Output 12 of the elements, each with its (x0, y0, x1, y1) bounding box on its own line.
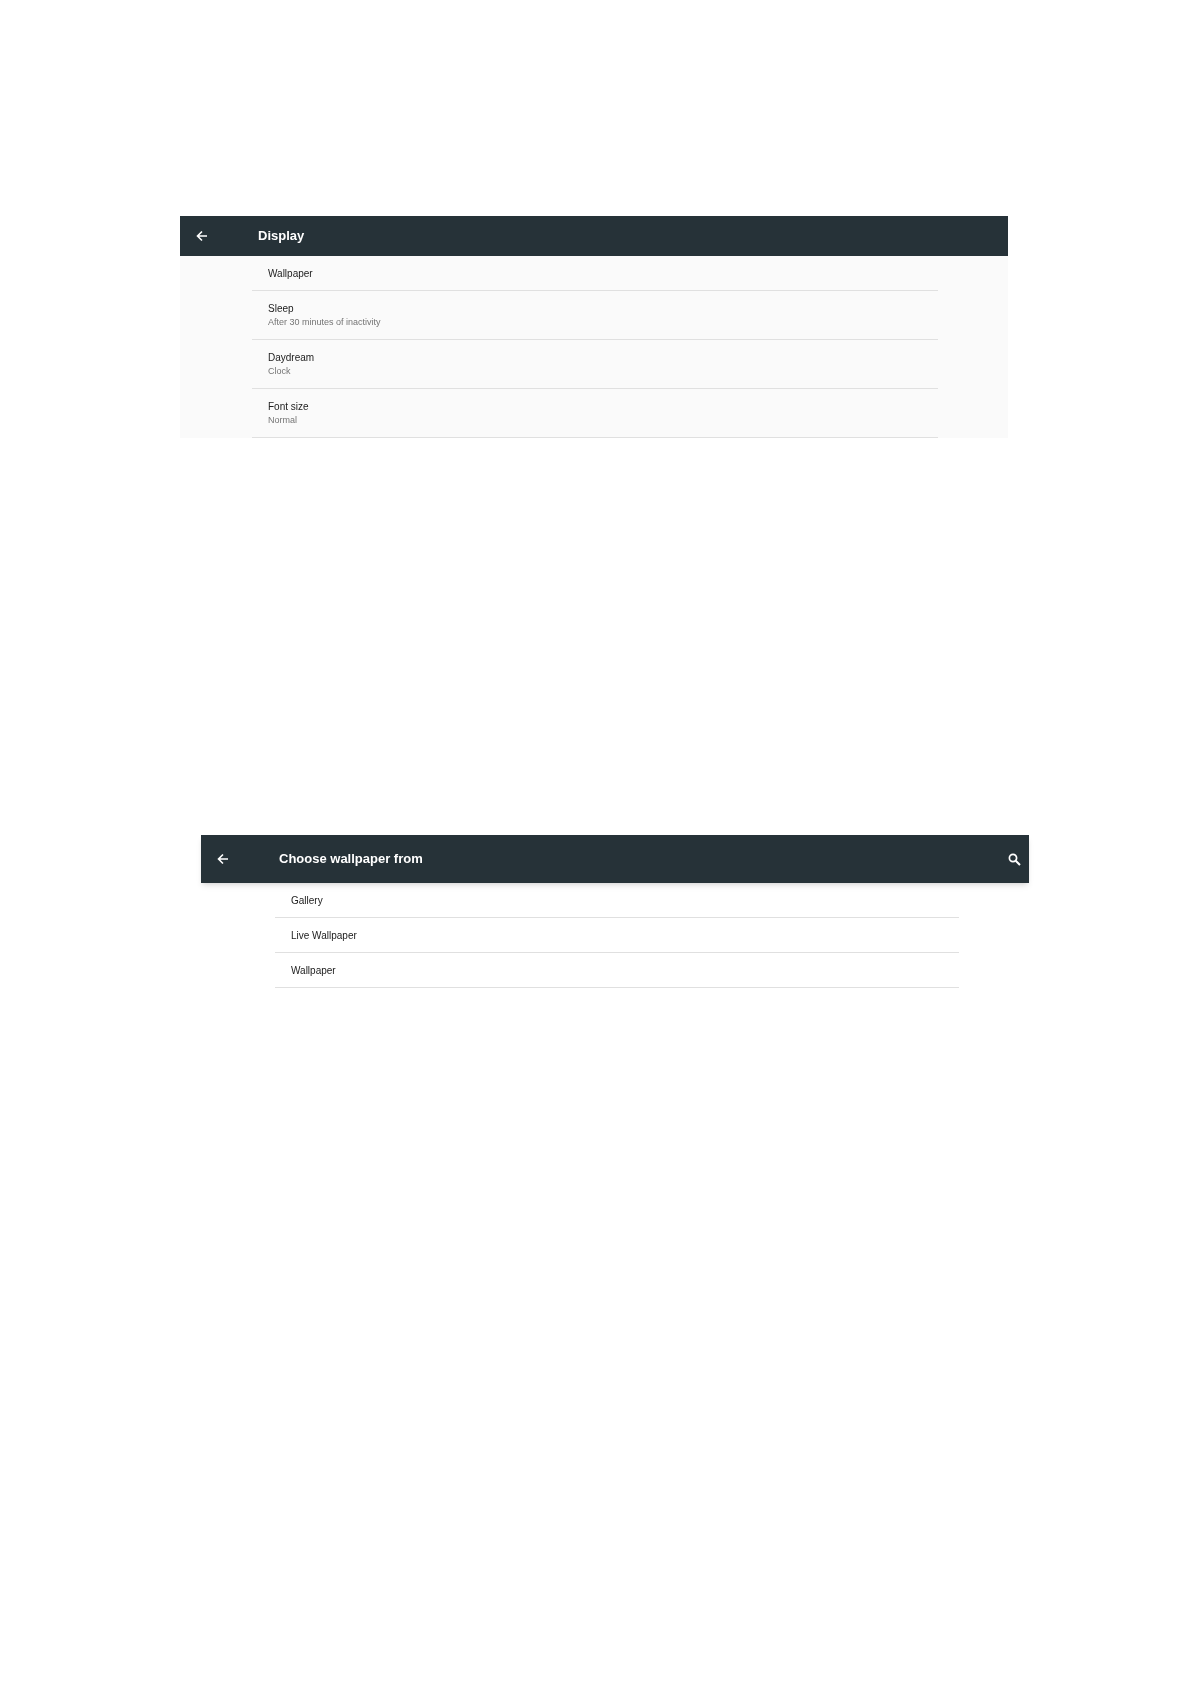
settings-item[interactable]: Daydream Clock (252, 340, 938, 389)
settings-item[interactable]: Live Wallpaper (275, 918, 959, 953)
back-icon[interactable] (196, 230, 208, 242)
screen-title: Choose wallpaper from (279, 850, 424, 869)
search-icon[interactable] (1008, 852, 1021, 866)
settings-item[interactable]: Sleep After 30 minutes of inactivity (252, 291, 938, 340)
settings-item[interactable]: Font size Normal (252, 389, 938, 438)
settings-item[interactable]: Gallery (275, 883, 959, 918)
settings-item[interactable]: Wallpaper (275, 953, 959, 988)
screen-title: Display (258, 227, 306, 246)
settings-item[interactable]: Wallpaper (252, 256, 938, 291)
back-icon[interactable] (217, 853, 229, 865)
